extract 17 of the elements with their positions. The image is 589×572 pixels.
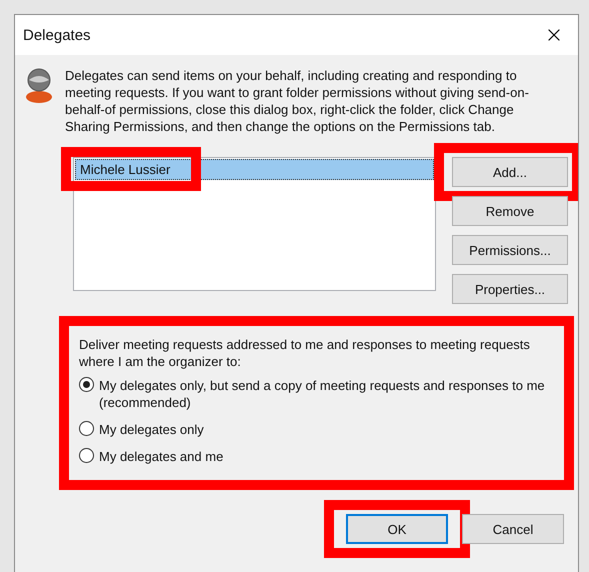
radio-option[interactable]: My delegates only <box>79 418 556 441</box>
radio-button[interactable] <box>79 421 94 436</box>
action-button[interactable]: Permissions... <box>452 235 568 265</box>
action-button[interactable]: Properties... <box>452 274 568 304</box>
radio-button[interactable] <box>79 377 94 392</box>
person-icon <box>23 67 55 103</box>
action-button[interactable]: Add... <box>452 157 568 187</box>
delegate-item[interactable]: Michele Lussier <box>75 159 434 180</box>
action-button[interactable]: Remove <box>452 196 568 226</box>
dialog-button[interactable]: Cancel <box>462 514 564 544</box>
dialog-button[interactable]: OK <box>346 514 448 544</box>
radio-option[interactable]: My delegates only, but send a copy of meeting requests and responses to me (recommended) <box>79 374 556 414</box>
radio-option[interactable]: My delegates and me <box>79 445 556 468</box>
radio-button[interactable] <box>79 448 94 463</box>
delivery-prompt: Deliver meeting requests addressed to me and responses to meeting requests where I am the organizer to: <box>79 336 531 370</box>
description-text: Delegates can send items on your behalf, including creating and responding to meeting requests. If you want to grant folder permissions without giving send-on-behalf-of permissions, close this dialog box, right-click the folder, click Change Sharing Permissions, and then change the options on the Permissions tab. <box>65 67 530 135</box>
window-title: Delegates <box>23 26 91 44</box>
